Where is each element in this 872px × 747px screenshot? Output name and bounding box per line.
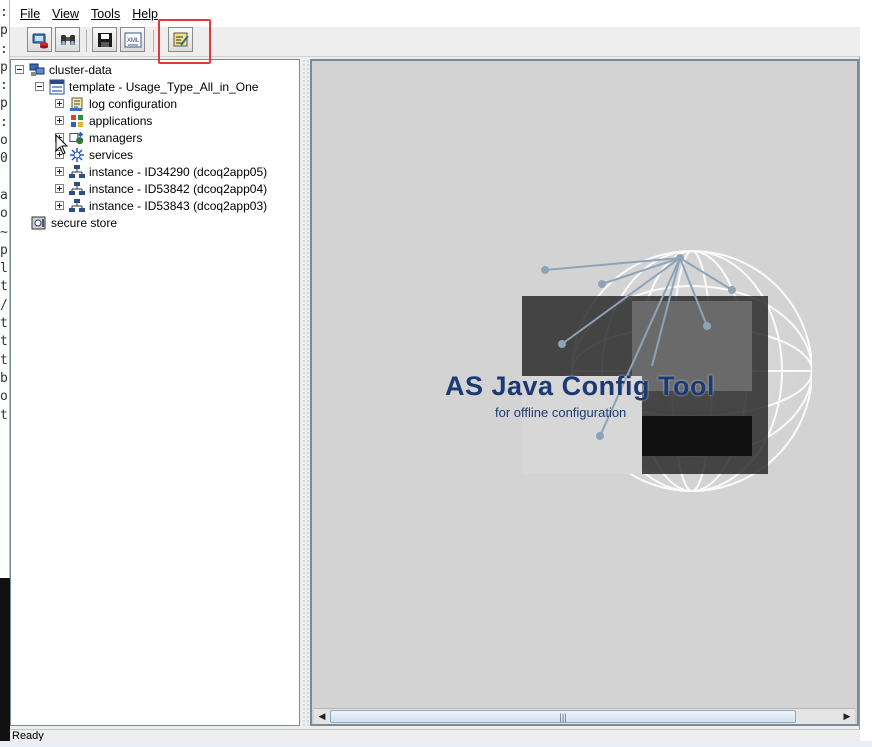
terminal-char: : bbox=[0, 41, 8, 57]
menu-tools-label: Tools bbox=[91, 6, 121, 21]
toolbar-separator bbox=[86, 30, 87, 52]
menu-bar: File View Tools Help bbox=[10, 0, 860, 27]
tree-node-label: template - Usage_Type_All_in_One bbox=[69, 79, 259, 94]
binoculars-icon bbox=[60, 34, 75, 45]
instance-network-icon bbox=[69, 198, 85, 214]
split-pane-divider[interactable] bbox=[302, 59, 310, 726]
terminal-char: / bbox=[0, 297, 8, 313]
services-icon bbox=[69, 147, 85, 163]
floppy-disk-icon bbox=[97, 32, 112, 47]
collapse-toggle[interactable] bbox=[15, 65, 24, 74]
terminal-char: o bbox=[0, 389, 8, 405]
terminal-char: t bbox=[0, 334, 8, 350]
terminal-char: t bbox=[0, 352, 8, 368]
expand-toggle[interactable] bbox=[55, 116, 64, 125]
terminal-char: ~ bbox=[0, 224, 8, 240]
horizontal-scrollbar[interactable]: ◀ ||| ▶ bbox=[314, 708, 855, 724]
expand-toggle[interactable] bbox=[55, 99, 64, 108]
tree-node-log-configuration[interactable]: log configuration bbox=[55, 95, 177, 112]
xml-export-icon: XML bbox=[124, 32, 141, 47]
applications-icon bbox=[69, 113, 85, 129]
scrollbar-thumb[interactable]: ||| bbox=[330, 710, 796, 723]
tree-node-instance-3[interactable]: instance - ID53843 (dcoq2app03) bbox=[55, 197, 267, 214]
toolbar: XML bbox=[10, 27, 860, 57]
connect-db-button[interactable] bbox=[27, 27, 52, 52]
tree-panel: cluster-data template - Usage_Type_All_i… bbox=[10, 59, 300, 726]
tree-node-template[interactable]: template - Usage_Type_All_in_One bbox=[35, 78, 258, 95]
cluster-icon bbox=[29, 62, 45, 78]
menu-file[interactable]: File bbox=[14, 7, 46, 21]
terminal-char: o bbox=[0, 133, 8, 149]
tree-node-label: secure store bbox=[51, 215, 118, 230]
terminal-char: t bbox=[0, 279, 8, 295]
find-button[interactable] bbox=[55, 27, 80, 52]
tree-node-label: instance - ID53842 (dcoq2app04) bbox=[89, 181, 268, 196]
toolbar-separator bbox=[153, 30, 154, 52]
tree-node-instance-1[interactable]: instance - ID34290 (dcoq2app05) bbox=[55, 163, 267, 180]
expand-toggle[interactable] bbox=[55, 167, 64, 176]
terminal-char: p bbox=[0, 96, 8, 112]
terminal-char: : bbox=[0, 5, 8, 20]
splash-subtitle: for offline configuration bbox=[495, 405, 627, 420]
collapse-toggle[interactable] bbox=[35, 82, 44, 91]
database-connect-icon bbox=[32, 33, 48, 48]
tree-node-label: instance - ID34290 (dcoq2app05) bbox=[89, 164, 268, 179]
terminal-char: p bbox=[0, 242, 8, 258]
terminal-char: p bbox=[0, 59, 8, 75]
terminal-char: t bbox=[0, 407, 8, 423]
highlight-box bbox=[158, 19, 211, 64]
terminal-char: b bbox=[0, 370, 8, 386]
instance-network-icon bbox=[69, 164, 85, 180]
managers-icon bbox=[69, 130, 85, 146]
tree-node-secure-store[interactable]: secure store bbox=[31, 214, 117, 231]
xml-icon-label: XML bbox=[126, 38, 139, 44]
template-icon bbox=[49, 79, 65, 95]
expand-toggle[interactable] bbox=[55, 201, 64, 210]
terminal-char: t bbox=[0, 316, 8, 332]
tree-node-label: services bbox=[89, 147, 134, 162]
tree-node-cluster-data[interactable]: cluster-data bbox=[15, 61, 112, 78]
tree-node-applications[interactable]: applications bbox=[55, 112, 152, 129]
bottom-strip bbox=[0, 741, 872, 747]
menu-view-label: View bbox=[52, 6, 80, 21]
terminal-char: : bbox=[0, 114, 8, 130]
globe-laptop-splash-image bbox=[522, 250, 812, 492]
instance-network-icon bbox=[69, 181, 85, 197]
terminal-char: p bbox=[0, 23, 8, 39]
terminal-dark-area bbox=[0, 578, 10, 747]
tree-node-label: log configuration bbox=[89, 96, 178, 111]
log-scroll-icon bbox=[69, 96, 85, 112]
tree-node-label: instance - ID53843 (dcoq2app03) bbox=[89, 198, 268, 213]
terminal-char: : bbox=[0, 78, 8, 94]
menu-tools[interactable]: Tools bbox=[85, 7, 126, 21]
terminal-char: a bbox=[0, 187, 8, 203]
mouse-cursor-icon bbox=[55, 134, 69, 155]
save-button[interactable] bbox=[92, 27, 117, 52]
content-panel: AS Java Config Tool for offline configur… bbox=[310, 59, 859, 726]
splash-title: AS Java Config Tool bbox=[445, 371, 716, 401]
expand-toggle[interactable] bbox=[55, 184, 64, 193]
terminal-char: 0 bbox=[0, 151, 8, 167]
menu-help-label: Help bbox=[132, 6, 158, 21]
export-xml-button[interactable]: XML bbox=[120, 27, 145, 52]
tree-node-label: cluster-data bbox=[49, 62, 112, 77]
terminal-char bbox=[0, 169, 9, 187]
menu-view[interactable]: View bbox=[46, 7, 85, 21]
terminal-char: l bbox=[0, 261, 8, 277]
scroll-right-arrow-icon[interactable]: ▶ bbox=[840, 710, 854, 723]
menu-file-label: File bbox=[20, 6, 41, 21]
secure-store-icon bbox=[31, 215, 47, 231]
config-tool-window: File View Tools Help XML cluster-data te… bbox=[10, 0, 860, 747]
tree-node-instance-2[interactable]: instance - ID53842 (dcoq2app04) bbox=[55, 180, 267, 197]
tree-node-label: applications bbox=[89, 113, 153, 128]
terminal-char: o bbox=[0, 206, 8, 222]
tree-node-label: managers bbox=[89, 130, 143, 145]
scroll-left-arrow-icon[interactable]: ◀ bbox=[315, 710, 329, 723]
